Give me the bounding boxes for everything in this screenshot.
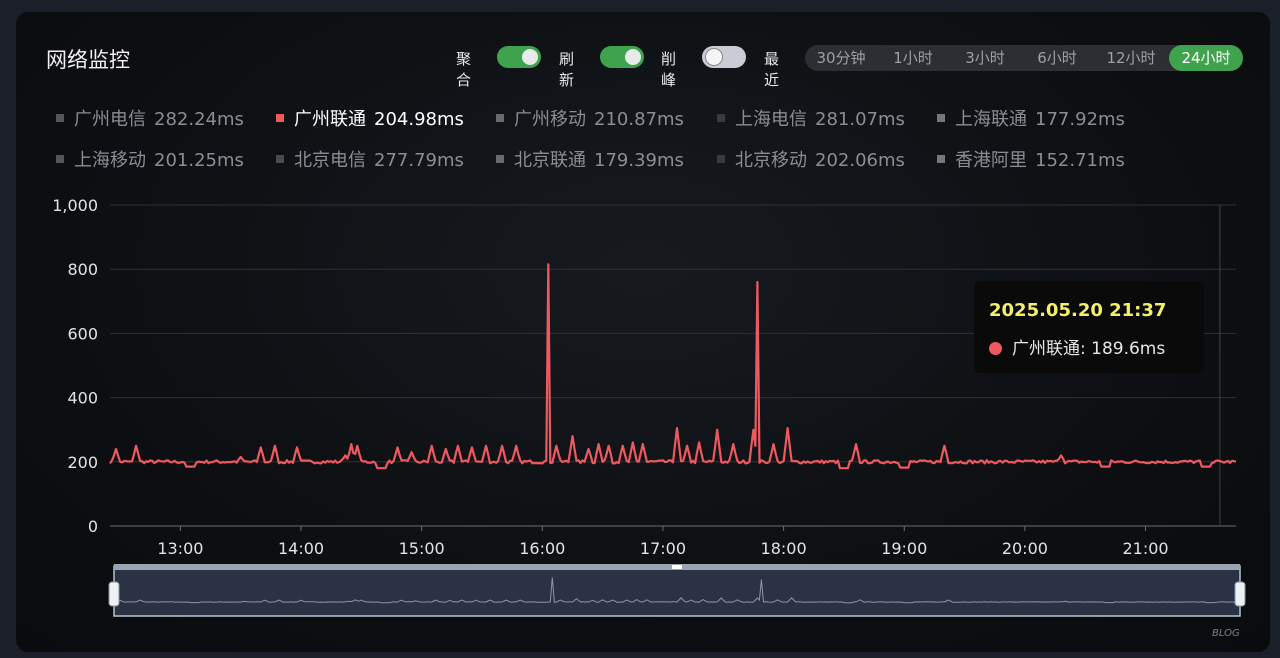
tooltip-time: 2025.05.20 21:37 xyxy=(989,300,1167,321)
tooltip-series-row: 广州联通: 189.6ms xyxy=(989,334,1165,359)
x-tick-label: 18:00 xyxy=(761,539,807,558)
blog-watermark: BLOG xyxy=(1212,628,1240,639)
network-monitor-panel: 网络监控 聚合 刷新 削峰 最近 30分钟 1小时 3小时 6小时 12小时 2… xyxy=(16,12,1270,652)
y-tick-label: 800 xyxy=(67,260,98,279)
x-tick-label: 20:00 xyxy=(1002,539,1048,558)
y-tick-label: 600 xyxy=(67,324,98,343)
y-tick-label: 1,000 xyxy=(52,196,98,215)
tooltip-series-dot xyxy=(989,342,1002,355)
x-tick-label: 21:00 xyxy=(1122,539,1168,558)
x-tick-label: 19:00 xyxy=(881,539,927,558)
x-tick-label: 14:00 xyxy=(278,539,324,558)
chart-tooltip: 2025.05.20 21:37 广州联通: 189.6ms xyxy=(974,281,1204,373)
zoom-drag-grip-icon[interactable] xyxy=(672,565,682,569)
x-tick-label: 16:00 xyxy=(519,539,565,558)
y-tick-label: 0 xyxy=(88,517,98,536)
x-tick-label: 17:00 xyxy=(640,539,686,558)
tooltip-series-name: 广州联通 xyxy=(1012,339,1080,359)
y-tick-label: 200 xyxy=(67,453,98,472)
zoom-slider-window[interactable] xyxy=(113,565,1241,617)
zoom-handle-left[interactable] xyxy=(108,581,120,607)
x-tick-label: 15:00 xyxy=(399,539,445,558)
y-tick-label: 400 xyxy=(67,389,98,408)
tooltip-series-value: 189.6ms xyxy=(1091,339,1166,359)
zoom-handle-right[interactable] xyxy=(1234,581,1246,607)
x-tick-label: 13:00 xyxy=(157,539,203,558)
